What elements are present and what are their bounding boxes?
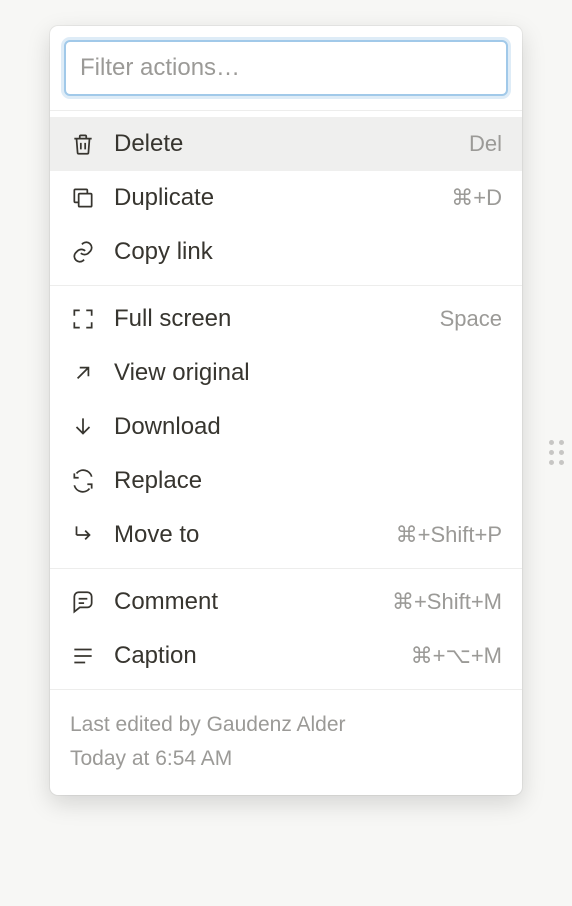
menu-section: Delete Del Duplicate ⌘+D Copy link (50, 111, 522, 285)
menu-footer: Last edited by Gaudenz Alder Today at 6:… (50, 690, 522, 795)
menu-section: Full screen Space View original Download… (50, 286, 522, 568)
full-screen-item[interactable]: Full screen Space (50, 292, 522, 346)
menu-item-label: Download (114, 413, 502, 441)
menu-item-shortcut: Space (440, 306, 502, 332)
replace-item[interactable]: Replace (50, 454, 522, 508)
last-edited-at: Today at 6:54 AM (70, 742, 502, 776)
caption-item[interactable]: Caption ⌘+⌥+M (50, 629, 522, 683)
menu-item-label: Duplicate (114, 184, 451, 212)
move-to-icon (68, 520, 98, 550)
menu-item-label: Comment (114, 588, 392, 616)
comment-icon (68, 587, 98, 617)
last-edited-by: Last edited by Gaudenz Alder (70, 708, 502, 742)
caption-icon (68, 641, 98, 671)
menu-section: Comment ⌘+Shift+M Caption ⌘+⌥+M (50, 569, 522, 689)
menu-item-shortcut: ⌘+Shift+M (392, 589, 502, 615)
menu-item-label: Move to (114, 521, 396, 549)
menu-item-label: Copy link (114, 238, 502, 266)
download-item[interactable]: Download (50, 400, 522, 454)
copy-link-item[interactable]: Copy link (50, 225, 522, 279)
actions-menu: Delete Del Duplicate ⌘+D Copy link Full … (50, 26, 522, 795)
comment-item[interactable]: Comment ⌘+Shift+M (50, 575, 522, 629)
menu-item-shortcut: ⌘+Shift+P (396, 522, 502, 548)
delete-item[interactable]: Delete Del (50, 117, 522, 171)
view-original-item[interactable]: View original (50, 346, 522, 400)
move-to-item[interactable]: Move to ⌘+Shift+P (50, 508, 522, 562)
link-icon (68, 237, 98, 267)
menu-item-label: View original (114, 359, 502, 387)
menu-item-label: Caption (114, 642, 411, 670)
replace-icon (68, 466, 98, 496)
drag-handle-icon[interactable] (549, 440, 564, 465)
duplicate-item[interactable]: Duplicate ⌘+D (50, 171, 522, 225)
arrow-up-right-icon (68, 358, 98, 388)
menu-item-shortcut: Del (469, 131, 502, 157)
download-icon (68, 412, 98, 442)
menu-item-label: Replace (114, 467, 502, 495)
trash-icon (68, 129, 98, 159)
menu-item-shortcut: ⌘+⌥+M (411, 643, 502, 669)
filter-input[interactable] (64, 40, 508, 96)
menu-item-label: Delete (114, 130, 469, 158)
menu-item-label: Full screen (114, 305, 440, 333)
filter-container (50, 26, 522, 110)
duplicate-icon (68, 183, 98, 213)
fullscreen-icon (68, 304, 98, 334)
menu-item-shortcut: ⌘+D (451, 185, 502, 211)
